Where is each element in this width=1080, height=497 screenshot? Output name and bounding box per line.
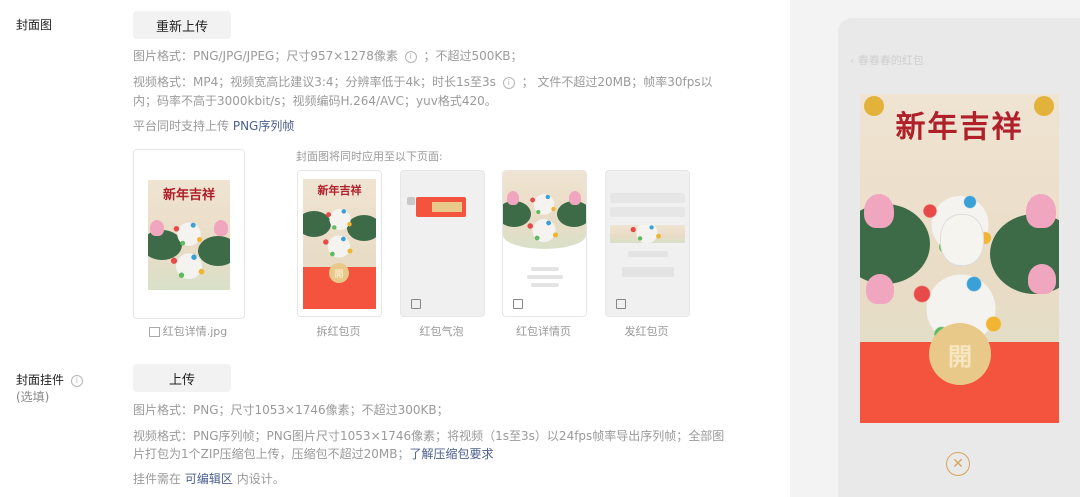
png-sequence-help: 平台同时支持上传 PNG序列帧: [133, 117, 294, 135]
snake-head: [940, 214, 984, 266]
pendant-edit-area-help: 挂件需在 可编辑区 内设计。: [133, 470, 285, 488]
open-packet-art-title: 新年吉祥: [317, 184, 362, 197]
video-format-text-b: ； 文件不超过20MB；帧率30fps以: [521, 75, 713, 89]
preview-art-title: 新年吉祥: [895, 110, 1024, 145]
pendant-label-text: 封面挂件: [16, 373, 65, 387]
page-preview-send[interactable]: [605, 170, 690, 317]
detail-art: [503, 171, 586, 249]
optional-label: (选填): [16, 390, 50, 404]
uploaded-cover-card[interactable]: 新年吉祥: [133, 149, 245, 319]
open-packet-button: 開: [329, 263, 349, 283]
edit-icon: [616, 299, 626, 309]
edit-area-prefix: 挂件需在: [133, 472, 182, 486]
video-format-text-a: 视频格式：MP4；视频宽高比建议3:4；分辨率低于4k；时长1s至3s: [133, 75, 496, 89]
page-preview-open-packet[interactable]: 新年吉祥 開: [297, 170, 382, 317]
edit-area-suffix: 内设计。: [236, 472, 285, 486]
png-sequence-prefix: 平台同时支持上传: [133, 119, 230, 133]
page-caption-detail: 红包详情页: [516, 325, 571, 338]
image-format-help: 图片格式：PNG/JPG/JPEG；尺寸957×1278像素 i ；不超过500…: [133, 47, 523, 65]
pendant-image-format: 图片格式：PNG；尺寸1053×1746像素；不超过300KB；: [133, 403, 449, 417]
zip-requirements-link[interactable]: 了解压缩包要求: [410, 447, 494, 461]
upload-button[interactable]: 上传: [133, 364, 231, 392]
video-format-help: 视频格式：MP4；视频宽高比建议3:4；分辨率低于4k；时长1s至3s i ； …: [133, 73, 753, 91]
image-file-icon: [148, 327, 160, 337]
page-preview-bubble[interactable]: [400, 170, 485, 317]
preview-open-button: 開: [929, 323, 991, 385]
applies-to-text: 封面图将同时应用至以下页面:: [296, 150, 443, 163]
send-art: [610, 225, 685, 243]
cover-art-title: 新年吉祥: [162, 188, 215, 203]
file-name-caption: 红包详情.jpg: [133, 323, 243, 339]
close-circle-icon[interactable]: ✕: [946, 452, 970, 476]
edit-icon: [411, 299, 421, 309]
info-icon[interactable]: i: [502, 76, 515, 89]
phone-top-bar: ‹ 春春春的红包: [850, 54, 924, 67]
page-caption-send: 发红包页: [624, 325, 669, 338]
preview-cover-art: 新年吉祥 開: [860, 94, 1059, 423]
info-icon[interactable]: i: [70, 374, 83, 387]
pendant-video-format-line2: 片打包为1个ZIP压缩包上传，压缩包不超过20MB；了解压缩包要求: [133, 445, 494, 463]
pendant-video-format-text: 片打包为1个ZIP压缩包上传，压缩包不超过20MB；: [133, 447, 410, 461]
video-format-help-line2: 内；码率不高于3000kbit/s；视频编码H.264/AVC；yuv格式420…: [133, 94, 497, 108]
bubble-thumbnail: [416, 197, 466, 217]
image-format-suffix: ；不超过500KB；: [423, 49, 523, 63]
file-name: 红包详情.jpg: [162, 325, 228, 338]
open-packet-art: 新年吉祥 開: [303, 179, 376, 309]
page-caption-open-packet: 拆红包页: [316, 325, 361, 338]
pendant-video-format-line1: 视频格式：PNG序列帧；PNG图片尺寸1053×1746像素；将视频（1s至3s…: [133, 429, 725, 443]
page-caption-bubble: 红包气泡: [419, 325, 464, 338]
image-format-text: 图片格式：PNG/JPG/JPEG；尺寸957×1278像素: [133, 49, 398, 63]
editable-area-link[interactable]: 可编辑区: [185, 472, 233, 486]
reupload-button[interactable]: 重新上传: [133, 11, 231, 39]
png-sequence-link[interactable]: PNG序列帧: [233, 119, 295, 133]
pendant-label: 封面挂件 i: [16, 371, 86, 388]
cover-thumbnail: 新年吉祥: [148, 180, 230, 290]
cover-label: 封面图: [16, 18, 53, 32]
edit-icon: [513, 299, 523, 309]
info-icon[interactable]: i: [404, 50, 417, 63]
page-preview-detail[interactable]: [502, 170, 587, 317]
